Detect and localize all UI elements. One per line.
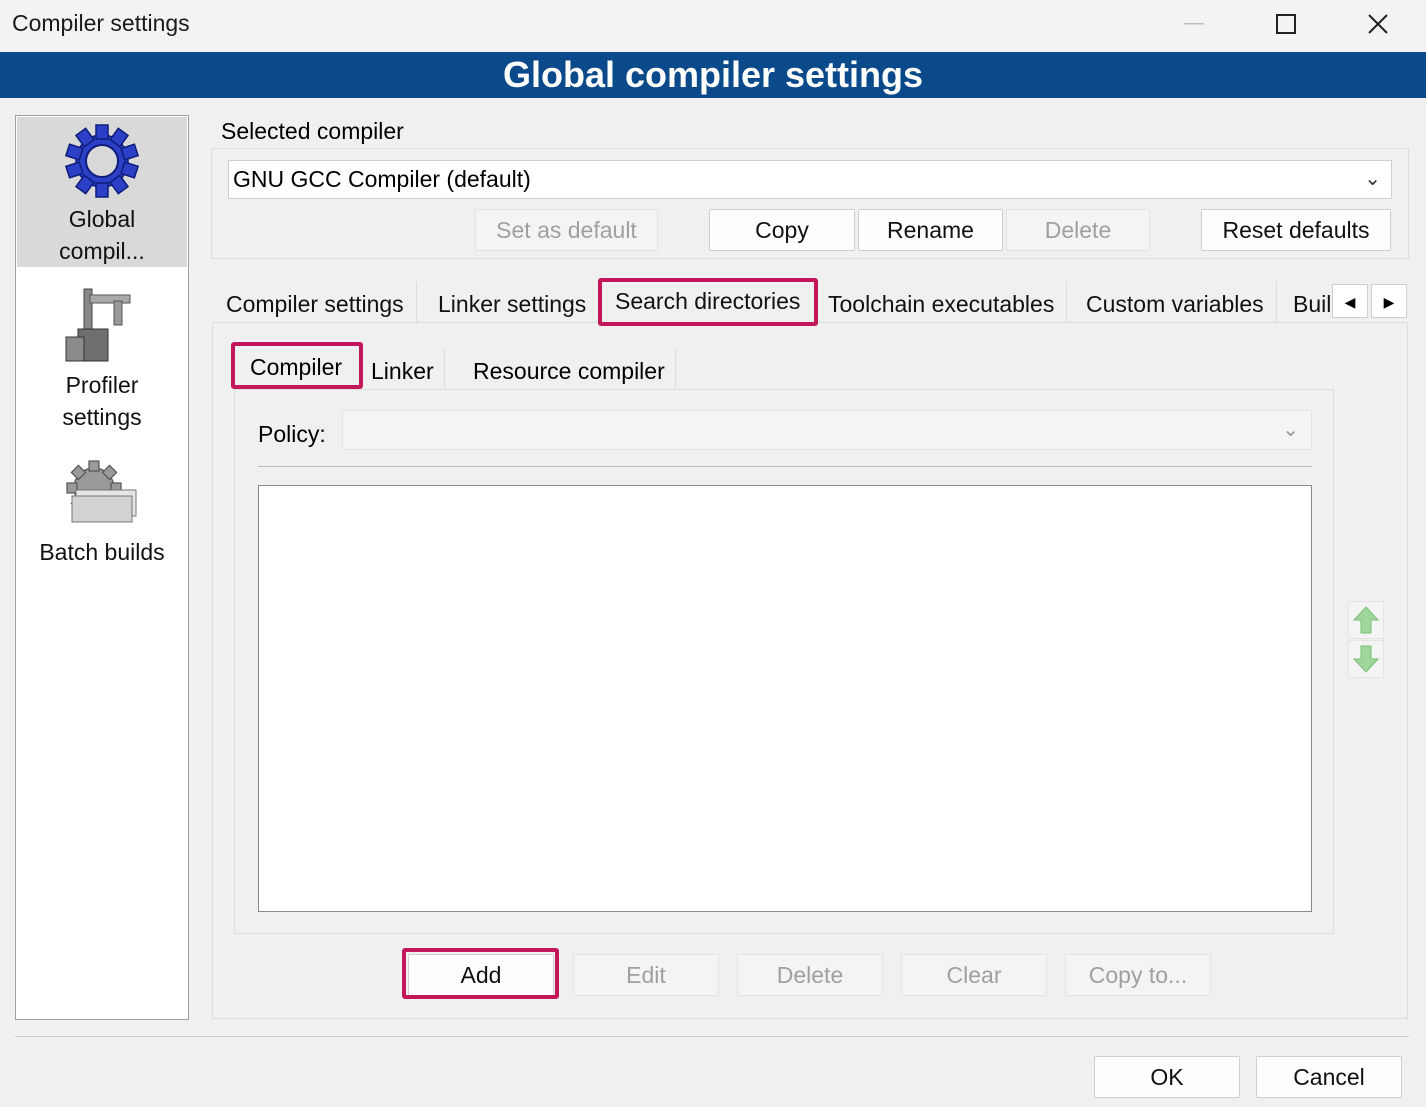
- tab-custom-variables[interactable]: Custom variables: [1074, 282, 1277, 322]
- close-button[interactable]: [1332, 0, 1424, 48]
- compiler-select[interactable]: GNU GCC Compiler (default) ⌄: [228, 160, 1392, 199]
- gear-icon: [64, 124, 140, 198]
- subtab-linker[interactable]: Linker: [361, 349, 445, 389]
- clear-directories-button[interactable]: Clear: [901, 954, 1047, 996]
- triangle-right-icon: ▶: [1383, 294, 1395, 310]
- maximize-button[interactable]: [1240, 0, 1332, 48]
- triangle-left-icon: ◀: [1344, 294, 1356, 310]
- category-label: Batch builds: [39, 539, 165, 565]
- set-as-default-button[interactable]: Set as default: [475, 209, 658, 251]
- tab-build-options[interactable]: Buil: [1281, 282, 1333, 322]
- category-profiler-settings[interactable]: Profiler settings: [17, 283, 187, 433]
- arrow-up-icon: [1353, 606, 1379, 634]
- arrow-down-icon: [1353, 645, 1379, 673]
- compiler-select-value: GNU GCC Compiler (default): [233, 166, 531, 192]
- ok-button[interactable]: OK: [1094, 1056, 1240, 1098]
- tab-toolchain-executables[interactable]: Toolchain executables: [816, 282, 1068, 322]
- selected-compiler-label: Selected compiler: [219, 118, 406, 145]
- divider: [15, 1036, 1409, 1037]
- highlight-search-directories: [598, 278, 818, 326]
- category-label: compil...: [59, 238, 145, 264]
- category-label: Profiler: [65, 372, 139, 398]
- divider: [258, 466, 1312, 467]
- category-label: settings: [62, 404, 142, 430]
- move-down-button[interactable]: [1348, 640, 1384, 678]
- category-global-compiler[interactable]: Global compil...: [17, 117, 187, 267]
- copy-to-button[interactable]: Copy to...: [1065, 954, 1211, 996]
- highlight-compiler-subtab: [231, 342, 363, 389]
- reset-defaults-button[interactable]: Reset defaults: [1201, 209, 1391, 251]
- delete-compiler-button[interactable]: Delete: [1006, 209, 1150, 251]
- chevron-down-icon: ⌄: [1364, 168, 1381, 190]
- tab-scroll-left-button[interactable]: ◀: [1332, 284, 1368, 318]
- edit-directory-button[interactable]: Edit: [573, 954, 719, 996]
- category-batch-builds[interactable]: Batch builds: [17, 460, 187, 570]
- tab-compiler-settings[interactable]: Compiler settings: [214, 282, 417, 322]
- chevron-down-icon: ⌄: [1282, 419, 1299, 441]
- minimize-button[interactable]: [1148, 0, 1240, 48]
- policy-label: Policy:: [258, 421, 326, 447]
- cancel-button[interactable]: Cancel: [1256, 1056, 1402, 1098]
- move-up-button[interactable]: [1348, 601, 1384, 639]
- maximize-icon: [1276, 14, 1296, 34]
- rename-compiler-button[interactable]: Rename: [858, 209, 1003, 251]
- banner-title: Global compiler settings: [0, 52, 1426, 98]
- minimize-icon: [1184, 23, 1204, 25]
- batch-gear-icon: [66, 460, 137, 523]
- caliper-icon: [65, 288, 131, 362]
- directory-list[interactable]: [258, 485, 1312, 912]
- tab-linker-settings[interactable]: Linker settings: [426, 282, 600, 322]
- subtab-resource-compiler[interactable]: Resource compiler: [463, 349, 676, 389]
- highlight-add-button: [402, 948, 559, 999]
- delete-directory-button[interactable]: Delete: [737, 954, 883, 996]
- window-title: Compiler settings: [12, 10, 190, 36]
- copy-compiler-button[interactable]: Copy: [709, 209, 855, 251]
- tab-scroll-right-button[interactable]: ▶: [1371, 284, 1407, 318]
- category-label: Global: [68, 206, 136, 232]
- close-icon: [1368, 14, 1388, 34]
- policy-select[interactable]: ⌄: [342, 410, 1312, 450]
